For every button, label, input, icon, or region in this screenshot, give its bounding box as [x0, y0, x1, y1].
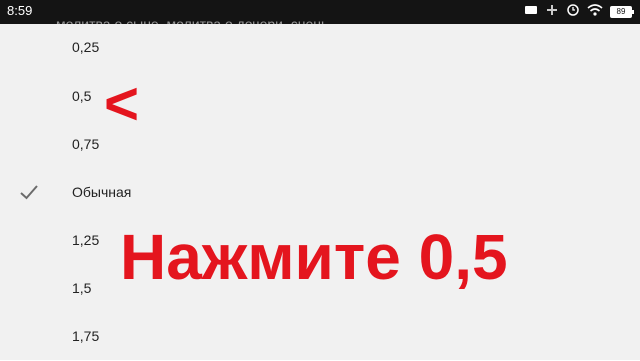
speed-option-0-25[interactable]: 0,25: [0, 24, 640, 72]
video-title-behind-status: молитва о сыне, молитва о дочери, снень: [56, 16, 329, 24]
speed-option-label: Обычная: [72, 184, 132, 200]
status-icons: 89: [524, 3, 634, 22]
wifi-icon: [587, 3, 603, 22]
speed-option-label: 1,5: [72, 280, 92, 296]
battery-icon: 89: [610, 6, 634, 18]
speed-option-1-75[interactable]: 1,75: [0, 313, 640, 361]
pointer-arrow: <: [104, 70, 140, 137]
speed-option-label: 1,75: [72, 328, 100, 344]
status-time: 8:59: [7, 3, 33, 18]
speed-option-normal[interactable]: Обычная: [0, 169, 640, 217]
speed-option-label: 1,25: [72, 232, 100, 248]
speed-option-0-5[interactable]: 0,5: [0, 73, 640, 121]
plus-icon: [545, 3, 559, 22]
speed-option-0-75[interactable]: 0,75: [0, 121, 640, 169]
speed-option-label: 0,75: [72, 136, 100, 152]
instruction-caption: Нажмите 0,5: [120, 221, 508, 293]
alarm-icon: [566, 3, 580, 22]
status-bar: 8:59 молитва о сыне, молитва о дочери, с…: [0, 0, 640, 24]
speed-option-label: 0,5: [72, 88, 92, 104]
video-icon: [524, 3, 538, 22]
speed-option-label: 0,25: [72, 39, 100, 55]
playback-speed-sheet: 0,25 0,5 0,75 Обычная 1,25 1,5 1,75 < На…: [0, 24, 640, 360]
checkmark-icon: [18, 181, 40, 203]
